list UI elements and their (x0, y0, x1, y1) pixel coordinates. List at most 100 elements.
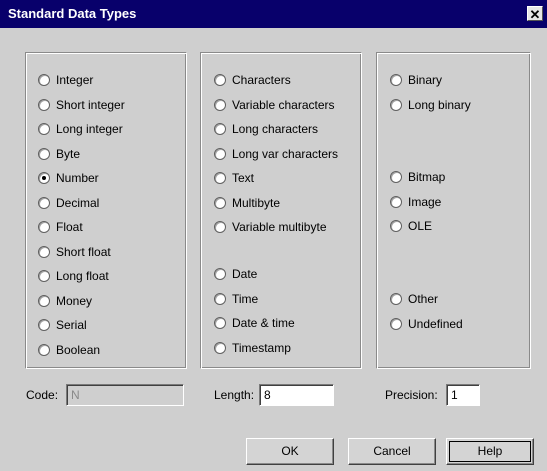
radio-unchecked-icon[interactable] (38, 74, 50, 86)
radio-label: Undefined (408, 317, 463, 331)
radio-label: Long characters (232, 122, 319, 136)
standard-data-types-dialog: Standard Data Types ✕ Integer Short integ… (0, 0, 547, 471)
radio-bitmap[interactable]: Bitmap (390, 170, 445, 184)
radio-unchecked-icon[interactable] (38, 197, 50, 209)
radio-label: Float (56, 220, 83, 234)
radio-long-integer[interactable]: Long integer (38, 122, 123, 136)
radio-short-float[interactable]: Short float (38, 245, 111, 259)
radio-unchecked-icon[interactable] (214, 342, 226, 354)
close-button[interactable]: ✕ (527, 6, 543, 22)
radio-long-float[interactable]: Long float (38, 269, 109, 283)
radio-decimal[interactable]: Decimal (38, 196, 99, 210)
radio-unchecked-icon[interactable] (214, 99, 226, 111)
radio-label: Time (232, 292, 259, 306)
radio-text[interactable]: Text (214, 171, 254, 185)
radio-serial[interactable]: Serial (38, 318, 87, 332)
radio-date[interactable]: Date (214, 267, 257, 281)
radio-unchecked-icon[interactable] (390, 171, 402, 183)
radio-unchecked-icon[interactable] (214, 268, 226, 280)
radio-unchecked-icon[interactable] (38, 295, 50, 307)
radio-label: OLE (408, 219, 433, 233)
radio-label: Variable multibyte (232, 220, 327, 234)
radio-undefined[interactable]: Undefined (390, 317, 463, 331)
radio-unchecked-icon[interactable] (38, 319, 50, 331)
radio-label: Byte (56, 147, 81, 161)
radio-integer[interactable]: Integer (38, 73, 93, 87)
radio-unchecked-icon[interactable] (214, 221, 226, 233)
radio-time[interactable]: Time (214, 292, 258, 306)
radio-float[interactable]: Float (38, 220, 83, 234)
radio-label: Image (408, 195, 442, 209)
radio-unchecked-icon[interactable] (390, 74, 402, 86)
radio-label: Date (232, 267, 258, 281)
radio-label: Bitmap (408, 170, 446, 184)
radio-label: Number (56, 171, 99, 185)
help-button[interactable]: Help (446, 438, 534, 465)
radio-unchecked-icon[interactable] (38, 148, 50, 160)
radio-label: Text (232, 171, 255, 185)
radio-binary[interactable]: Binary (390, 73, 442, 87)
radio-multibyte[interactable]: Multibyte (214, 196, 280, 210)
radio-unchecked-icon[interactable] (38, 344, 50, 356)
radio-unchecked-icon[interactable] (390, 99, 402, 111)
radio-label: Short integer (56, 98, 125, 112)
radio-long-binary[interactable]: Long binary (390, 98, 471, 112)
character-datetime-types-group: Characters Variable characters Long charac… (200, 52, 362, 369)
radio-label: Date & time (232, 316, 295, 330)
radio-unchecked-icon[interactable] (214, 74, 226, 86)
cancel-button[interactable]: Cancel (348, 438, 436, 465)
radio-label: Money (56, 294, 93, 308)
radio-label: Multibyte (232, 196, 281, 210)
radio-label: Binary (408, 73, 443, 87)
radio-unchecked-icon[interactable] (214, 123, 226, 135)
radio-timestamp[interactable]: Timestamp (214, 341, 291, 355)
radio-image[interactable]: Image (390, 195, 441, 209)
length-field[interactable]: 8 (259, 384, 334, 406)
radio-number[interactable]: Number (38, 171, 99, 185)
radio-unchecked-icon[interactable] (214, 148, 226, 160)
code-label: Code: (26, 388, 59, 402)
radio-unchecked-icon[interactable] (214, 293, 226, 305)
radio-variable-characters[interactable]: Variable characters (214, 98, 335, 112)
radio-unchecked-icon[interactable] (390, 318, 402, 330)
radio-label: Timestamp (232, 341, 291, 355)
code-field: N (66, 384, 184, 406)
radio-label: Long float (56, 269, 109, 283)
precision-field[interactable]: 1 (446, 384, 480, 406)
radio-label: Variable characters (232, 98, 335, 112)
radio-unchecked-icon[interactable] (214, 197, 226, 209)
radio-unchecked-icon[interactable] (390, 196, 402, 208)
ok-button[interactable]: OK (246, 438, 334, 465)
radio-money[interactable]: Money (38, 294, 92, 308)
radio-unchecked-icon[interactable] (38, 246, 50, 258)
radio-unchecked-icon[interactable] (214, 317, 226, 329)
radio-unchecked-icon[interactable] (390, 220, 402, 232)
radio-short-integer[interactable]: Short integer (38, 98, 125, 112)
radio-label: Boolean (56, 343, 101, 357)
radio-label: Long integer (56, 122, 123, 136)
radio-long-var-characters[interactable]: Long var characters (214, 147, 338, 161)
radio-label: Characters (232, 73, 291, 87)
radio-byte[interactable]: Byte (38, 147, 80, 161)
radio-label: Decimal (56, 196, 100, 210)
radio-date-time[interactable]: Date & time (214, 316, 295, 330)
radio-unchecked-icon[interactable] (38, 221, 50, 233)
radio-ole[interactable]: OLE (390, 219, 432, 233)
radio-label: Integer (56, 73, 94, 87)
radio-boolean[interactable]: Boolean (38, 343, 100, 357)
dialog-title: Standard Data Types (8, 6, 137, 21)
title-bar[interactable]: Standard Data Types ✕ (0, 0, 547, 28)
radio-unchecked-icon[interactable] (38, 99, 50, 111)
radio-unchecked-icon[interactable] (214, 172, 226, 184)
radio-long-characters[interactable]: Long characters (214, 122, 318, 136)
radio-unchecked-icon[interactable] (390, 293, 402, 305)
radio-label: Long binary (408, 98, 471, 112)
radio-other[interactable]: Other (390, 292, 438, 306)
radio-checked-icon[interactable] (38, 172, 50, 184)
radio-unchecked-icon[interactable] (38, 270, 50, 282)
radio-variable-multibyte[interactable]: Variable multibyte (214, 220, 327, 234)
radio-characters[interactable]: Characters (214, 73, 291, 87)
numeric-types-group: Integer Short integer Long integer Byte Numb… (25, 52, 187, 369)
radio-unchecked-icon[interactable] (38, 123, 50, 135)
radio-label: Other (408, 292, 439, 306)
